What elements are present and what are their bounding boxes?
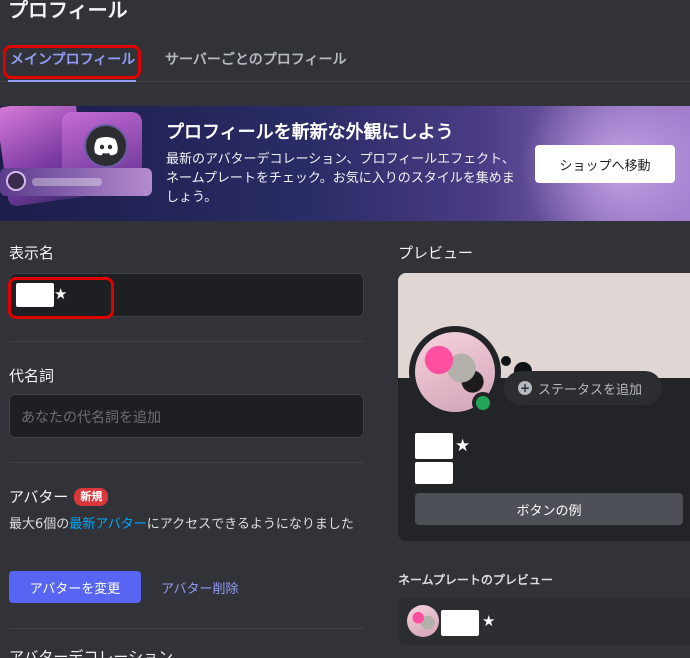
redacted-username: [415, 462, 453, 484]
profile-preview-card: + ステータスを追加 ★ ボタンの例: [398, 273, 690, 541]
shop-promo-banner: プロフィールを斬新な外観にしよう 最新のアバターデコレーション、プロフィールエフ…: [0, 106, 690, 221]
pronouns-placeholder: あなたの代名詞を追加: [21, 410, 161, 426]
nameplate-avatar: [407, 605, 439, 637]
avatar-label: アバター: [9, 488, 69, 506]
nameplate-name-suffix: ★: [482, 612, 496, 630]
tab-server-profile[interactable]: サーバーごとのプロフィール: [165, 50, 346, 70]
display-name-label: 表示名: [9, 244, 55, 262]
online-status-icon: [472, 392, 494, 414]
nameplate-preview: ★: [398, 597, 690, 645]
plus-icon: +: [518, 381, 532, 395]
remove-avatar-button[interactable]: アバター削除: [161, 578, 238, 597]
avatar-description: 最大6個の最新アバターにアクセスできるようになりました: [9, 514, 364, 535]
promo-name-bar: [32, 178, 102, 186]
redacted-display-name: [415, 433, 453, 459]
divider: [9, 628, 364, 629]
add-status-button[interactable]: + ステータスを追加: [504, 371, 662, 405]
banner-heading: プロフィールを斬新な外観にしよう: [166, 122, 454, 143]
avatar-desc-suffix: にアクセスできるようになりました: [146, 517, 354, 532]
example-button[interactable]: ボタンの例: [415, 493, 683, 525]
promo-nameplate-art: [0, 168, 152, 196]
active-tab-indicator: [8, 80, 136, 82]
page-title: プロフィール: [8, 0, 128, 22]
display-name-input[interactable]: ★: [9, 273, 364, 317]
change-avatar-button[interactable]: アバターを変更: [9, 571, 141, 603]
promo-avatar-art: [6, 171, 26, 191]
profile-tabs: メインプロフィール サーバーごとのプロフィール: [0, 46, 690, 82]
preview-name-suffix: ★: [455, 436, 471, 456]
nameplate-preview-label: ネームプレートのプレビュー: [398, 573, 553, 587]
avatar-heading: アバター 新規: [9, 486, 109, 508]
go-to-shop-button[interactable]: ショップへ移動: [535, 145, 675, 183]
avatar-desc-prefix: 最大6個の: [9, 517, 70, 532]
banner-description: 最新のアバターデコレーション、プロフィールエフェクト、ネームプレートをチェック。…: [166, 152, 515, 205]
pronouns-input[interactable]: あなたの代名詞を追加: [9, 394, 364, 438]
avatar-decoration-label: アバターデコレーション: [9, 648, 174, 658]
divider: [9, 462, 364, 463]
display-name-value: ★: [54, 285, 68, 303]
new-badge: 新規: [74, 488, 109, 506]
add-status-label: ステータスを追加: [538, 382, 643, 398]
redacted-name: [16, 283, 54, 307]
status-bubble-dot: [501, 356, 511, 366]
preview-label: プレビュー: [398, 244, 474, 262]
latest-avatars-link[interactable]: 最新アバター: [69, 517, 146, 532]
discord-logo-icon: [84, 124, 128, 168]
divider: [9, 341, 364, 342]
redacted-nameplate-name: [441, 610, 479, 636]
tab-main-profile[interactable]: メインプロフィール: [10, 50, 135, 70]
pronouns-label: 代名詞: [9, 367, 55, 385]
